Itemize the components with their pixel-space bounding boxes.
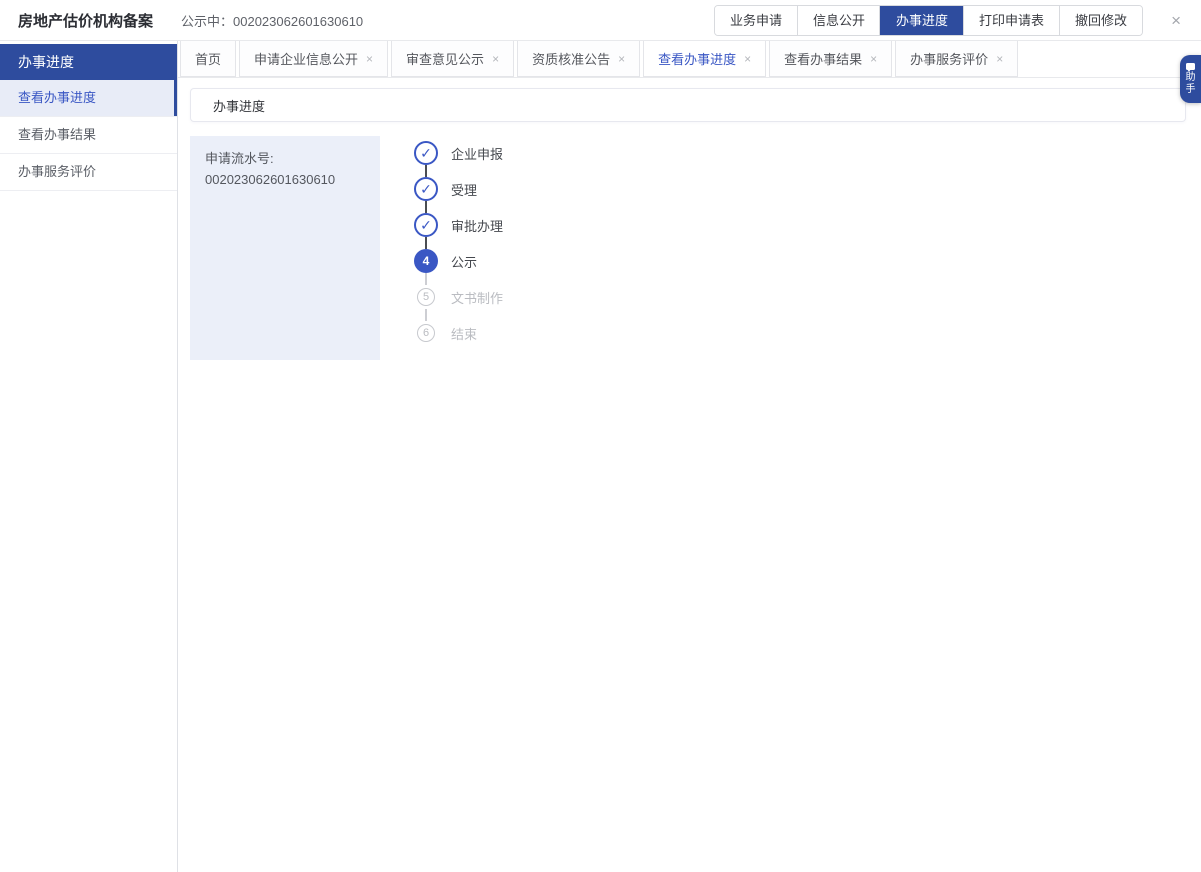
nav-button-progress[interactable]: 办事进度 [879,5,964,36]
sidebar-item-service-rating[interactable]: 办事服务评价 [0,154,177,191]
tab-close-icon[interactable]: × [366,53,373,65]
tab-service-rating[interactable]: 办事服务评价 × [895,41,1018,77]
tab-label: 查看办事结果 [784,49,862,68]
step-number-badge: 5 [417,288,435,306]
content-area: 办事进度 申请流水号: 002023062601630610 ✓ 企业申报 [178,78,1201,872]
tab-label: 申请企业信息公开 [254,49,358,68]
assistant-label: 助手 [1185,72,1196,95]
step-acceptance: ✓ 受理 [414,177,503,201]
tab-review-opinion[interactable]: 审查意见公示 × [391,41,514,77]
step-public-notice: 4 公示 [414,249,503,273]
tab-label: 资质核准公告 [532,49,610,68]
step-enterprise-declaration: ✓ 企业申报 [414,141,503,165]
sidebar-item-view-progress[interactable]: 查看办事进度 [0,80,177,117]
step-label: 受理 [451,180,477,199]
nav-button-info-public[interactable]: 信息公开 [797,6,880,35]
tab-close-icon[interactable]: × [744,53,751,65]
tab-qualification-notice[interactable]: 资质核准公告 × [517,41,640,77]
app-window: 房地产估价机构备案 公示中：002023062601630610 业务申请 信息… [0,0,1201,872]
serial-number-value: 002023062601630610 [205,170,365,191]
chat-bubble-icon [1186,63,1195,70]
nav-button-business-apply[interactable]: 业务申请 [715,6,797,35]
app-title: 房地产估价机构备案 [18,10,153,31]
step-connector [425,237,427,249]
step-connector [425,309,427,321]
status-text: 公示中：002023062601630610 [181,11,363,30]
progress-section: 申请流水号: 002023062601630610 ✓ 企业申报 ✓ 受理 [190,136,1186,360]
step-number-badge: 6 [417,324,435,342]
serial-number-label: 申请流水号: [205,149,365,170]
step-connector [425,201,427,213]
tab-close-icon[interactable]: × [996,53,1003,65]
step-label: 公示 [451,252,477,271]
step-label: 审批办理 [451,216,503,235]
top-bar: 房地产估价机构备案 公示中：002023062601630610 业务申请 信息… [0,0,1201,41]
nav-button-withdraw-modify[interactable]: 撤回修改 [1059,6,1142,35]
tab-label: 办事服务评价 [910,49,988,68]
sidebar: 办事进度 查看办事进度 查看办事结果 办事服务评价 [0,41,178,872]
nav-button-print-form[interactable]: 打印申请表 [963,6,1059,35]
main-layout: 办事进度 查看办事进度 查看办事结果 办事服务评价 首页 申请企业信息公开 × … [0,41,1201,872]
sidebar-title: 办事进度 [0,44,177,80]
tab-home[interactable]: 首页 [180,41,236,77]
tab-close-icon[interactable]: × [870,53,877,65]
tab-apply-company-info[interactable]: 申请企业信息公开 × [239,41,388,77]
progress-stepper: ✓ 企业申报 ✓ 受理 ✓ 审批办理 [414,136,503,360]
tab-label: 查看办事进度 [658,49,736,68]
tab-label: 首页 [195,49,221,68]
step-check-icon: ✓ [414,177,438,201]
step-document-production: 5 文书制作 [414,285,503,309]
serial-number-panel: 申请流水号: 002023062601630610 [190,136,380,360]
tab-view-progress[interactable]: 查看办事进度 × [643,41,766,77]
assistant-button[interactable]: 助手 [1180,55,1201,103]
tab-close-icon[interactable]: × [492,53,499,65]
close-icon[interactable]: × [1167,10,1185,31]
step-finish: 6 结束 [414,321,503,345]
step-label: 结束 [451,324,477,343]
step-check-icon: ✓ [414,213,438,237]
sidebar-item-view-result[interactable]: 查看办事结果 [0,117,177,154]
tab-view-result[interactable]: 查看办事结果 × [769,41,892,77]
top-nav-button-group: 业务申请 信息公开 办事进度 打印申请表 撤回修改 [714,5,1143,36]
panel-title: 办事进度 [190,88,1186,122]
step-connector [425,273,427,285]
step-approval-processing: ✓ 审批办理 [414,213,503,237]
step-number-badge: 4 [414,249,438,273]
tab-close-icon[interactable]: × [618,53,625,65]
step-label: 企业申报 [451,144,503,163]
main-area: 首页 申请企业信息公开 × 审查意见公示 × 资质核准公告 × 查看办事进度 × [178,41,1201,872]
step-connector [425,165,427,177]
step-label: 文书制作 [451,288,503,307]
step-check-icon: ✓ [414,141,438,165]
tab-bar: 首页 申请企业信息公开 × 审查意见公示 × 资质核准公告 × 查看办事进度 × [178,41,1201,78]
tab-label: 审查意见公示 [406,49,484,68]
